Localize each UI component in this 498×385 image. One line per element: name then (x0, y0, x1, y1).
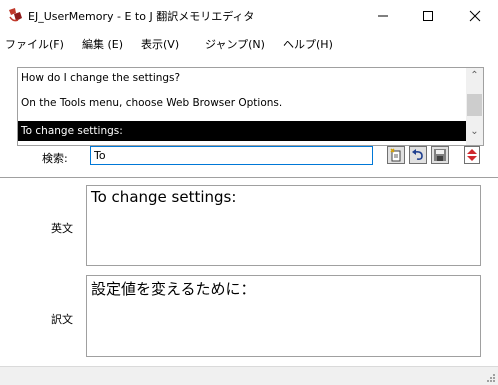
scroll-down-icon[interactable]: ⌄ (466, 126, 483, 142)
new-entry-button[interactable] (387, 146, 405, 164)
scroll-thumb[interactable] (467, 94, 482, 116)
app-window: EJ_UserMemory - E to J 翻訳メモリエディタ ファイル(F)… (0, 0, 498, 385)
search-label: 検索: (42, 152, 68, 165)
search-input[interactable] (90, 146, 373, 165)
menu-view[interactable]: 表示(V) (141, 36, 179, 52)
menu-edit[interactable]: 編集 (E) (82, 36, 123, 52)
translation-memory-icon (9, 8, 22, 22)
maximize-button[interactable] (405, 0, 451, 30)
up-down-spin-icon (464, 146, 480, 164)
list-item[interactable]: How do I change the settings? (18, 68, 468, 88)
menu-help[interactable]: ヘルプ(H) (283, 36, 333, 52)
sentence-list[interactable]: How do I change the settings? On the Too… (17, 67, 484, 146)
new-entry-icon (390, 148, 401, 162)
scroll-up-icon[interactable]: ⌃ (466, 70, 483, 86)
close-icon (469, 10, 481, 21)
menu-jump[interactable]: ジャンプ(N) (205, 36, 265, 52)
undo-icon (412, 149, 423, 160)
close-button[interactable] (452, 0, 498, 30)
list-scrollbar[interactable]: ⌃ ⌄ (466, 68, 483, 145)
menu-file[interactable]: ファイル(F) (5, 36, 64, 52)
target-label: 訳文 (51, 313, 73, 326)
list-item-selected[interactable]: To change settings: (18, 121, 468, 141)
save-button[interactable] (431, 146, 449, 164)
title-bar[interactable]: EJ_UserMemory - E to J 翻訳メモリエディタ (0, 0, 498, 30)
up-down-spin-button[interactable] (464, 146, 480, 164)
maximize-icon (423, 10, 433, 21)
divider (0, 177, 498, 178)
source-text-pane[interactable]: To change settings: (86, 185, 481, 266)
minimize-icon (378, 15, 388, 16)
save-icon (434, 149, 446, 161)
undo-button[interactable] (409, 146, 427, 164)
source-label: 英文 (51, 222, 73, 235)
window-title: EJ_UserMemory - E to J 翻訳メモリエディタ (28, 10, 255, 23)
minimize-button[interactable] (360, 0, 406, 30)
list-item[interactable]: On the Tools menu, choose Web Browser Op… (18, 93, 468, 113)
resize-grip-icon[interactable] (486, 373, 496, 383)
status-bar (0, 366, 498, 385)
target-text-pane[interactable]: 設定値を変えるために： (86, 275, 481, 357)
